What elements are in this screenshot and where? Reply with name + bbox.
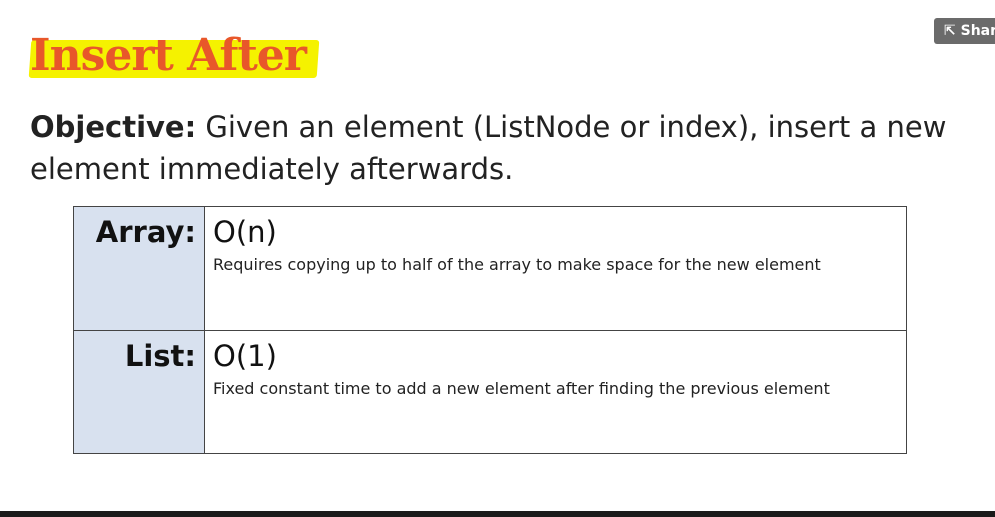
share-button[interactable]: ⇱ Share xyxy=(934,18,995,44)
objective-text: Objective: Given an element (ListNode or… xyxy=(30,106,970,190)
row-complexity: O(1) xyxy=(213,338,277,373)
table-row: List: O(1) Fixed constant time to add a … xyxy=(73,329,907,454)
row-description-main: Fixed constant time to add a new element xyxy=(213,378,551,398)
row-description-highlighted: after finding the previous element xyxy=(555,378,830,398)
row-label: List: xyxy=(124,338,196,373)
objective-label: Objective: xyxy=(30,110,197,144)
row-label: Array: xyxy=(95,215,196,249)
row-complexity: O(n) xyxy=(213,215,277,249)
row-description: Requires copying up to half of the array… xyxy=(213,255,821,274)
row-description: Fixed constant time to add a new element… xyxy=(213,379,830,398)
row-desc-cell: O(n) Requires copying up to half of the … xyxy=(204,206,907,331)
player-progress-bar[interactable] xyxy=(0,511,995,517)
comparison-table: Array: O(n) Requires copying up to half … xyxy=(73,206,907,454)
row-label-cell: List: xyxy=(73,329,205,454)
slide-title: Insert After xyxy=(30,30,307,81)
row-label-cell: Array: xyxy=(73,206,205,331)
table-row: Array: O(n) Requires copying up to half … xyxy=(73,206,907,331)
share-icon: ⇱ xyxy=(944,23,956,39)
share-label: Share xyxy=(960,23,995,39)
row-desc-cell: O(1) Fixed constant time to add a new el… xyxy=(204,329,907,454)
